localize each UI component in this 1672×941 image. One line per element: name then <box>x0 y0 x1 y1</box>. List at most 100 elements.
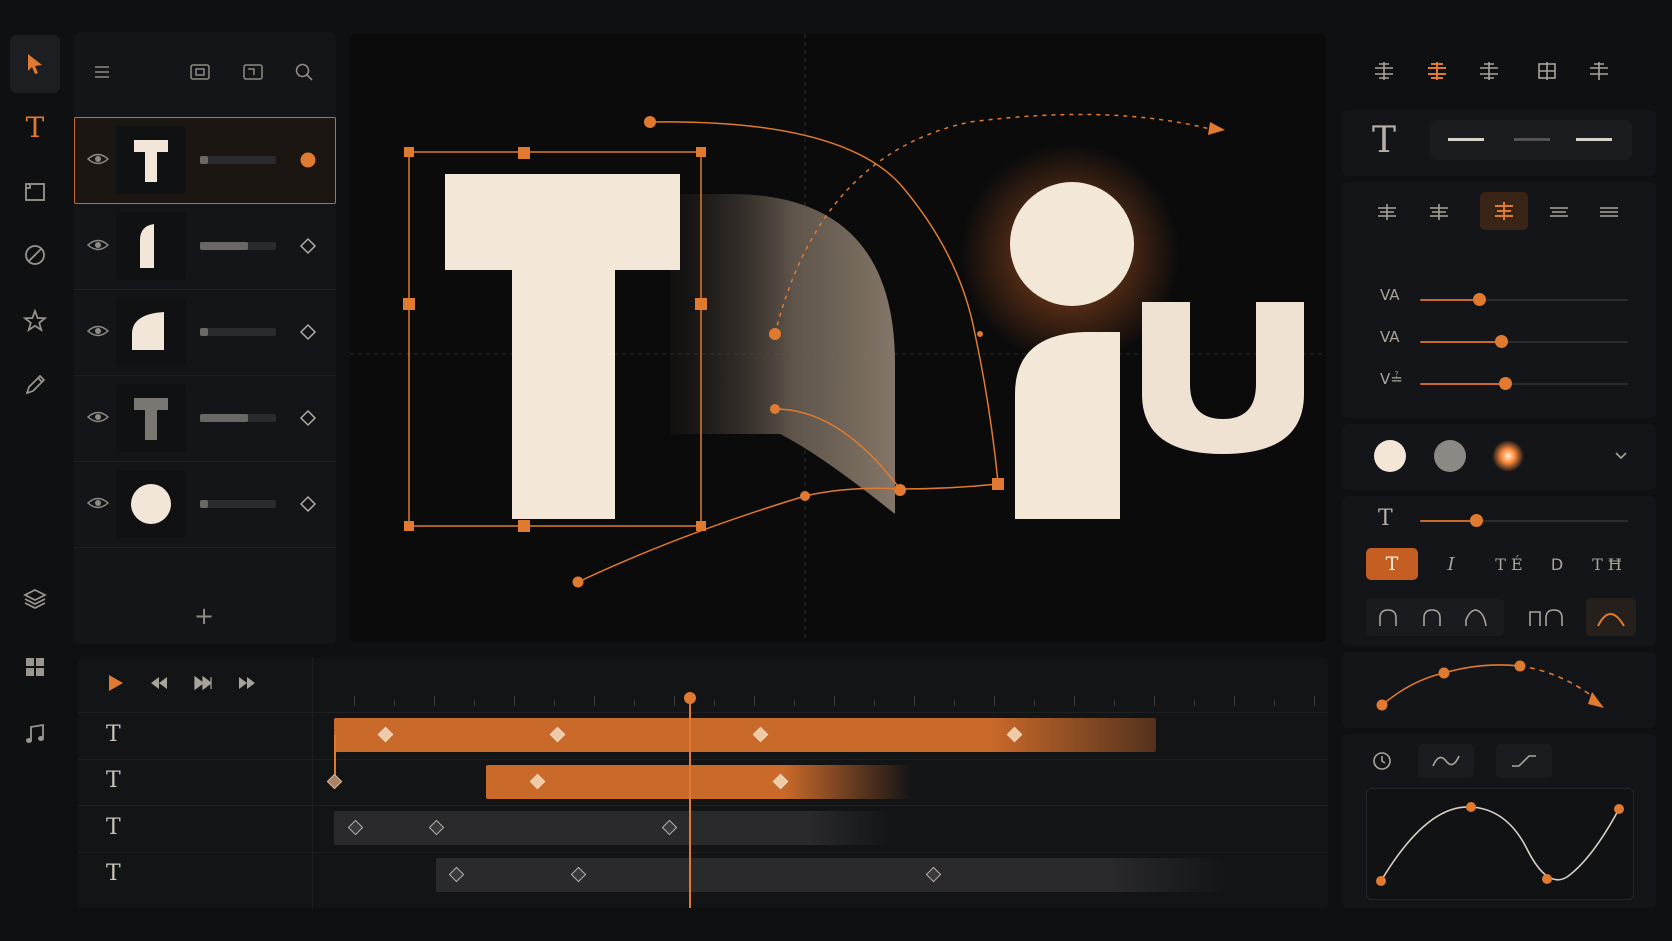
tool-bar: T <box>4 30 64 743</box>
typography-block: T T I T É D T Ħ <box>1342 496 1656 646</box>
star-tool-button[interactable] <box>10 292 60 350</box>
ruler-tick <box>714 700 715 706</box>
spacing-block: VA VA V≟ <box>1342 182 1656 418</box>
keyframe-diamond-icon[interactable] <box>298 408 318 428</box>
layer-row[interactable] <box>74 117 336 204</box>
ruler-tick <box>1154 696 1155 706</box>
keyframe-diamond-icon[interactable] <box>298 236 318 256</box>
rectangle-tool-button[interactable] <box>10 163 60 221</box>
layer-thumbnail <box>116 298 186 366</box>
grid-button[interactable] <box>10 638 60 696</box>
visibility-eye-icon[interactable] <box>86 321 110 341</box>
tracking-label: VA <box>1380 286 1400 304</box>
fast-forward-icon[interactable] <box>236 672 258 694</box>
style-regular-button[interactable]: T <box>1366 548 1418 580</box>
time-ruler[interactable] <box>314 658 1328 712</box>
group-icon[interactable] <box>189 62 211 82</box>
visibility-eye-icon[interactable] <box>86 149 110 169</box>
align-left-icon[interactable] <box>1369 56 1399 86</box>
layer-thumbnail <box>116 212 186 280</box>
size-knob[interactable] <box>1470 514 1483 527</box>
play-icon[interactable] <box>104 672 126 694</box>
text-glyph: T <box>1372 120 1397 161</box>
ruler-tick <box>1234 696 1235 706</box>
ungroup-icon[interactable] <box>242 62 264 82</box>
track-label: T <box>106 815 121 840</box>
text-align-4-icon[interactable] <box>1542 196 1576 228</box>
distribute-icon[interactable] <box>1532 56 1562 86</box>
stroke-style-selector[interactable] <box>1430 120 1632 160</box>
menu-icon[interactable] <box>92 62 112 82</box>
align-toolbar <box>1342 38 1656 98</box>
audio-button[interactable] <box>10 705 60 763</box>
swatch-gray[interactable] <box>1434 440 1466 472</box>
stroke-option-1 <box>1448 138 1484 141</box>
swatch-glow[interactable] <box>1492 440 1524 472</box>
motion-preview-block <box>1342 652 1656 728</box>
clock-icon[interactable] <box>1364 744 1400 778</box>
layers-button[interactable] <box>10 570 60 628</box>
pen-tool-icon <box>25 374 46 395</box>
text-align-2-icon[interactable] <box>1422 196 1456 228</box>
rewind-icon[interactable] <box>148 672 170 694</box>
ellipse-tool-button[interactable] <box>10 226 60 284</box>
add-layer-button[interactable]: + <box>184 602 224 632</box>
music-note-icon <box>26 723 44 743</box>
inspector-panel: T VA VA V≟ T T I T É D T Ħ <box>1342 32 1656 908</box>
layer-row[interactable] <box>74 203 336 290</box>
visibility-eye-icon[interactable] <box>86 235 110 255</box>
align-bottom-icon[interactable] <box>1584 56 1614 86</box>
layer-progress-bar <box>200 500 276 508</box>
canvas-artwork <box>350 34 1326 642</box>
keyframe-diamond-icon[interactable] <box>298 494 318 514</box>
letter-i-stem <box>1015 332 1120 519</box>
align-right-icon[interactable] <box>1474 56 1504 86</box>
step-icon[interactable] <box>192 672 214 694</box>
visibility-eye-icon[interactable] <box>86 493 110 513</box>
text-align-3-icon[interactable] <box>1480 192 1528 230</box>
align-center-icon[interactable] <box>1422 56 1452 86</box>
style-italic-button[interactable]: I <box>1426 548 1476 580</box>
track-clip[interactable] <box>435 858 1227 892</box>
easing-graph[interactable] <box>1366 788 1634 900</box>
text-align-5-icon[interactable] <box>1592 196 1626 228</box>
kerning-knob[interactable] <box>1495 335 1508 348</box>
text-tool-button[interactable]: T <box>10 98 60 156</box>
layer-row[interactable] <box>74 289 336 376</box>
ruler-tick <box>354 696 355 706</box>
track-clip[interactable] <box>334 811 892 845</box>
tracking-knob[interactable] <box>1473 293 1486 306</box>
search-icon[interactable] <box>294 62 314 82</box>
layer-progress-bar <box>200 328 276 336</box>
keyframe-diamond[interactable] <box>326 773 343 790</box>
wave-icon[interactable] <box>1418 744 1474 778</box>
ruler-tick <box>754 696 755 706</box>
track-clip[interactable] <box>486 765 913 799</box>
style-variant-button[interactable]: T É <box>1482 548 1536 580</box>
arch-preset-icons[interactable] <box>1366 598 1504 636</box>
layer-row[interactable] <box>74 375 336 462</box>
pen-tool-button[interactable] <box>10 356 60 414</box>
curve-preset-5-button[interactable] <box>1586 598 1636 636</box>
style-box-button[interactable]: D <box>1540 548 1574 580</box>
keyframe-diamond-icon[interactable] <box>298 322 318 342</box>
stroke-option-3 <box>1576 138 1612 141</box>
visibility-eye-icon[interactable] <box>86 407 110 427</box>
chevron-down-icon[interactable] <box>1612 446 1630 464</box>
track-clip[interactable] <box>334 718 1156 752</box>
leading-knob[interactable] <box>1499 377 1512 390</box>
playhead[interactable] <box>684 692 697 908</box>
curve-preset-4-button[interactable] <box>1508 598 1580 636</box>
swatch-cream[interactable] <box>1374 440 1406 472</box>
text-align-1-icon[interactable] <box>1370 196 1404 228</box>
ramp-icon[interactable] <box>1496 744 1552 778</box>
keyframe-dot-icon[interactable] <box>298 150 318 170</box>
select-tool-button[interactable] <box>10 35 60 93</box>
text-tool-icon: T <box>25 110 45 144</box>
motion-path-preview[interactable] <box>1342 652 1656 728</box>
artboard-canvas[interactable] <box>350 34 1326 642</box>
style-alt-button[interactable]: T Ħ <box>1578 548 1636 580</box>
motion-path-lower <box>577 483 999 583</box>
layer-row[interactable] <box>74 461 336 548</box>
letter-i-dot <box>1010 182 1134 306</box>
